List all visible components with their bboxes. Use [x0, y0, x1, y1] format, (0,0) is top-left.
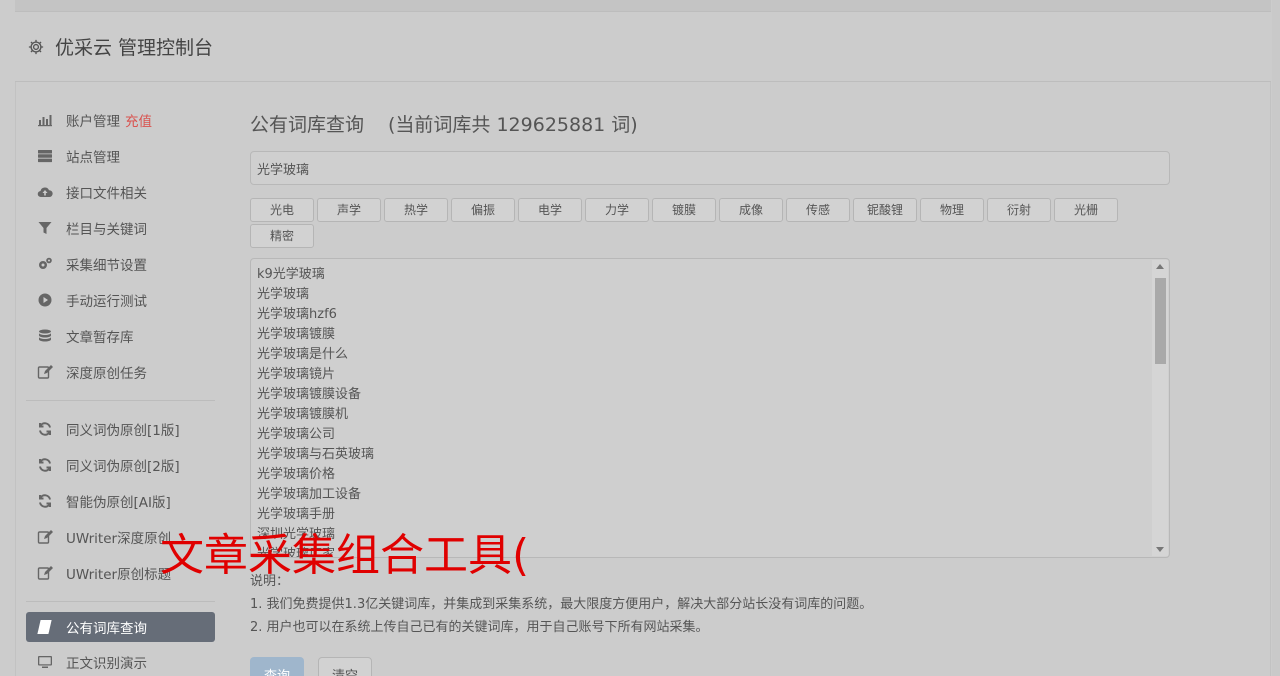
- list-item: 光学玻璃镀膜设备: [257, 387, 362, 402]
- scroll-up-arrow-icon[interactable]: [1156, 264, 1164, 269]
- play-circle-icon: [36, 292, 54, 308]
- tag-button[interactable]: 成像: [719, 198, 783, 222]
- list-item: 光学玻璃价格: [257, 467, 336, 482]
- tag-button[interactable]: 电学: [518, 198, 582, 222]
- sidebar-divider: [26, 601, 215, 602]
- edit-icon: [36, 364, 54, 380]
- sidebar-item-interface-files[interactable]: 接口文件相关: [26, 174, 215, 210]
- sidebar-item-deep-original-task[interactable]: 深度原创任务: [26, 354, 215, 390]
- related-tag-list: 光电 声学 热学 偏振 电学 力学 镀膜 成像 传感 铌酸锂 物理 衍射 光栅 …: [250, 198, 1130, 250]
- database-icon: [36, 328, 54, 344]
- sidebar-divider: [26, 400, 215, 401]
- tag-button[interactable]: 光电: [250, 198, 314, 222]
- sidebar-item-label: 深度原创任务: [66, 366, 147, 382]
- sidebar-item-synonym-v2[interactable]: 同义词伪原创[2版]: [26, 447, 215, 483]
- tag-button[interactable]: 铌酸锂: [853, 198, 917, 222]
- list-item: 光学玻璃是什么: [257, 347, 349, 362]
- sidebar-item-label: 站点管理: [66, 150, 120, 166]
- sidebar-item-label: 采集细节设置: [66, 258, 147, 274]
- keyword-search-input[interactable]: [250, 151, 1170, 185]
- sidebar-item-article-storage[interactable]: 文章暂存库: [26, 318, 215, 354]
- sidebar-item-collect-settings[interactable]: 采集细节设置: [26, 246, 215, 282]
- bar-chart-icon: [36, 112, 54, 128]
- recharge-link[interactable]: 充值: [125, 110, 152, 130]
- sidebar-item-columns-keywords[interactable]: 栏目与关键词: [26, 210, 215, 246]
- list-item: 光学玻璃加工设备: [257, 487, 362, 502]
- sidebar-item-sites[interactable]: 站点管理: [26, 138, 215, 174]
- tag-button[interactable]: 热学: [384, 198, 448, 222]
- watermark-overlay-text: 文章采集组合工具(: [160, 530, 530, 581]
- page-title-text: 公有词库查询: [250, 114, 365, 136]
- sidebar-item-synonym-v1[interactable]: 同义词伪原创[1版]: [26, 411, 215, 447]
- page-scrollbar[interactable]: [1272, 0, 1280, 676]
- cloud-upload-icon: [36, 184, 54, 200]
- action-bar: 查询 清空: [250, 657, 1170, 676]
- sidebar-item-label: 同义词伪原创[1版]: [66, 423, 180, 439]
- gears-icon: [36, 256, 54, 272]
- sidebar-item-label: 公有词库查询: [66, 621, 147, 637]
- main-content: 公有词库查询 (当前词库共 129625881 词) 光电 声学 热学 偏振 电学…: [250, 110, 1170, 676]
- sidebar-item-label: 文章暂存库: [66, 330, 134, 346]
- book-icon: [36, 619, 54, 635]
- edit-icon: [36, 529, 54, 545]
- top-strip: [15, 0, 1271, 12]
- refresh-icon: [36, 493, 54, 509]
- edit-icon: [36, 565, 54, 581]
- list-item: 光学玻璃公司: [257, 427, 336, 442]
- tag-button[interactable]: 传感: [786, 198, 850, 222]
- sidebar-item-label: UWriter深度原创: [66, 531, 172, 547]
- sidebar-item-label: 正文识别演示: [66, 656, 147, 672]
- sidebar-item-public-lexicon[interactable]: 公有词库查询: [26, 612, 215, 642]
- filter-icon: [36, 220, 54, 236]
- keyword-results-box[interactable]: k9光学玻璃 光学玻璃 光学玻璃hzf6 光学玻璃镀膜 光学玻璃是什么 光学玻璃…: [250, 258, 1170, 558]
- list-item: 光学玻璃: [257, 287, 310, 302]
- app-header: 优采云 管理控制台: [15, 12, 1271, 82]
- sidebar-item-manual-run[interactable]: 手动运行测试: [26, 282, 215, 318]
- list-item: 光学玻璃镜片: [257, 367, 336, 382]
- scroll-down-arrow-icon[interactable]: [1156, 547, 1164, 552]
- sidebar-item-text-recognition[interactable]: 正文识别演示: [26, 644, 215, 676]
- tag-button[interactable]: 光栅: [1054, 198, 1118, 222]
- list-item: 光学玻璃手册: [257, 507, 336, 522]
- sidebar: 账户管理 充值 站点管理 接口文件相关 栏目与关键词 采集细节设置 手动运行测试…: [26, 102, 215, 676]
- sidebar-item-label: 手动运行测试: [66, 294, 147, 310]
- monitor-icon: [36, 654, 54, 670]
- tag-button[interactable]: 声学: [317, 198, 381, 222]
- list-item: 光学玻璃镀膜机: [257, 407, 349, 422]
- keyword-result-list: k9光学玻璃 光学玻璃 光学玻璃hzf6 光学玻璃镀膜 光学玻璃是什么 光学玻璃…: [251, 259, 1169, 557]
- tag-button[interactable]: 偏振: [451, 198, 515, 222]
- tag-button[interactable]: 物理: [920, 198, 984, 222]
- list-item: k9光学玻璃: [257, 267, 325, 282]
- server-icon: [36, 148, 54, 164]
- tag-button[interactable]: 精密: [250, 224, 314, 248]
- tag-button[interactable]: 镀膜: [652, 198, 716, 222]
- page-title: 公有词库查询 (当前词库共 129625881 词): [250, 110, 1170, 140]
- results-scrollbar[interactable]: [1152, 260, 1168, 556]
- sidebar-item-label: UWriter原创标题: [66, 567, 172, 583]
- list-item: 光学玻璃hzf6: [257, 307, 337, 322]
- refresh-icon: [36, 421, 54, 437]
- gear-icon[interactable]: [27, 38, 45, 56]
- sidebar-item-label: 账户管理: [66, 114, 120, 130]
- scrollbar-thumb[interactable]: [1155, 278, 1166, 364]
- query-button[interactable]: 查询: [250, 657, 304, 676]
- sidebar-item-account[interactable]: 账户管理 充值: [26, 102, 215, 138]
- notes-line-2: 2. 用户也可以在系统上传自己已有的关键词库，用于自己账号下所有网站采集。: [250, 620, 709, 635]
- sidebar-item-label: 接口文件相关: [66, 186, 147, 202]
- clear-button[interactable]: 清空: [318, 657, 372, 676]
- app-title: 优采云 管理控制台: [55, 37, 214, 59]
- notes-line-1: 1. 我们免费提供1.3亿关键词库，并集成到采集系统，最大限度方便用户，解决大部…: [250, 597, 873, 612]
- sidebar-item-label: 栏目与关键词: [66, 222, 147, 238]
- refresh-icon: [36, 457, 54, 473]
- tag-button[interactable]: 力学: [585, 198, 649, 222]
- sidebar-item-label: 智能伪原创[AI版]: [66, 495, 171, 511]
- tag-button[interactable]: 衍射: [987, 198, 1051, 222]
- list-item: 光学玻璃与石英玻璃: [257, 447, 375, 462]
- sidebar-item-ai-rewrite[interactable]: 智能伪原创[AI版]: [26, 483, 215, 519]
- sidebar-item-label: 同义词伪原创[2版]: [66, 459, 180, 475]
- lexicon-count: (当前词库共 129625881 词): [388, 114, 638, 136]
- list-item: 光学玻璃镀膜: [257, 327, 336, 342]
